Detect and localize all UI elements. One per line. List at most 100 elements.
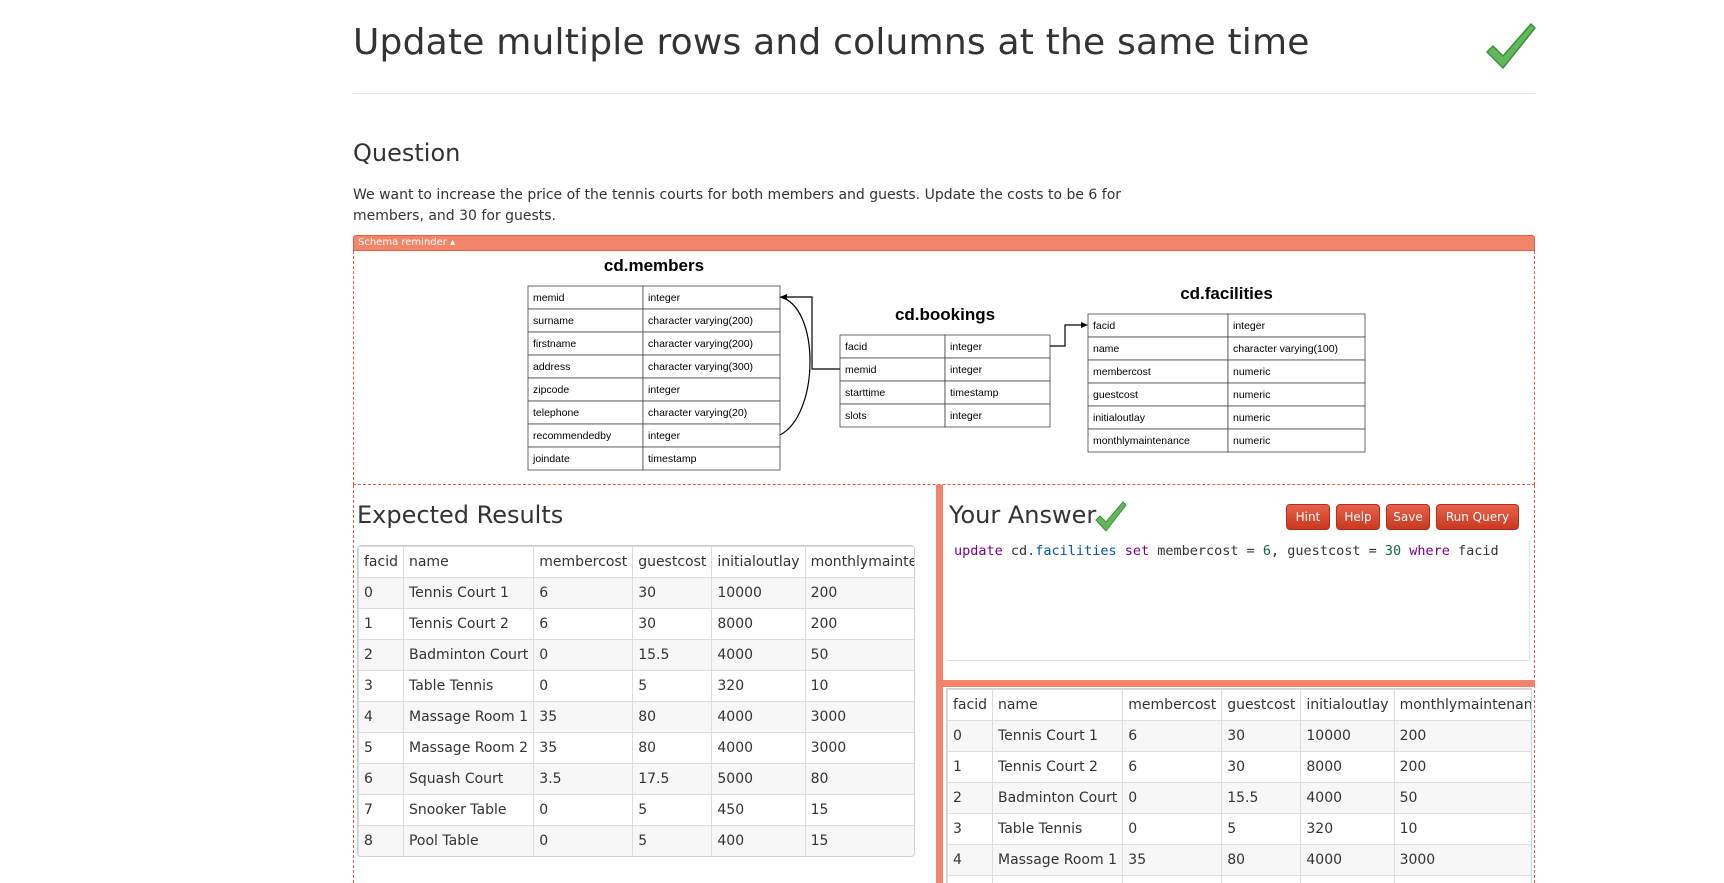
cell-facid: 1 [947,751,993,783]
cell-initialoutlay: 4000 [711,639,806,671]
cell-membercost: 6 [533,608,634,640]
column-header-membercost: membercost [533,546,634,578]
expected-results-panel: Expected Results facid name membercost gues… [353,485,937,883]
cell-initialoutlay: 450 [711,794,806,826]
cell-initialoutlay: 10000 [1300,720,1395,752]
schema-column-name: guestcost [1093,389,1138,401]
cell-facid: 3 [358,670,404,702]
cell-monthlymaintenance: 200 [1393,751,1531,783]
schema-column-name: starttime [845,387,885,399]
question-text: We want to increase the price of the ten… [353,187,1122,224]
cell-guestcost: 5 [632,670,713,702]
schema-table-title: cd.facilities [1180,284,1273,303]
arrowhead-icon [1081,322,1088,328]
table-row: 5Massage Room 2358040003000 [358,732,914,764]
schema-column-type: integer [950,410,983,422]
cell-monthlymaintenance: 50 [1393,782,1531,814]
cell-guestcost: 15.5 [632,639,713,671]
cell-facid: 5 [358,732,404,764]
schema-column-name: facid [845,341,867,353]
cell-guestcost: 80 [632,701,713,733]
cell-facid: 1 [358,608,404,640]
expected-results-table-frame: facid name membercost guestcost initialoutla… [357,545,915,857]
cell-monthlymaintenance: 80 [804,763,914,795]
cell-name: Table Tennis [402,670,535,702]
column-header-monthlymaintenance: monthlymaintenance [804,546,914,578]
your-answer-heading: Your Answer [949,501,1097,529]
schema-column-name: recommendedby [533,430,612,442]
cell-guestcost: 30 [632,608,713,640]
table-row: 1 Tennis Court 2 6 30 8000 200 [358,608,914,640]
vertical-splitter[interactable] [936,485,943,883]
table-row: 4 Massage Room 1 35 80 4000 3000 [947,844,1531,876]
cell-guestcost: 5 [632,825,713,856]
self-reference-connector [779,296,811,436]
cell-facid: 4 [947,844,993,876]
cell-guestcost: 80 [1221,844,1302,876]
schema-column-name: firstname [533,338,576,350]
cell-name: Snooker Table [402,794,535,826]
schema-table-title: cd.bookings [895,305,995,324]
schema-column-name: slots [845,410,867,422]
schema-column-type: numeric [1233,366,1270,378]
schema-column-name: memid [845,364,877,376]
cell-initialoutlay: 4000 [711,701,806,733]
cell-initialoutlay: 8000 [1300,751,1395,783]
cell-guestcost: 80 [1221,875,1302,883]
question-heading: Question [353,139,461,167]
column-header-facid: facid [947,689,993,721]
cell-initialoutlay: 320 [711,670,806,702]
cell-name: Massage Room 2 [402,732,535,764]
bookings-facilities-connector [1050,324,1084,347]
cell-monthlymaintenance: 3000 [804,701,914,733]
cell-facid: 7 [358,794,404,826]
cell-guestcost: 5 [632,794,713,826]
schema-diagram: cd.members memid integer surname character v… [353,251,1535,485]
cell-name: Tennis Court 1 [991,720,1124,752]
table-header-row: facid name membercost guestcost initialoutla… [358,546,914,578]
cell-membercost: 6 [533,577,634,609]
sql-editor[interactable]: update cd.facilities set membercost = 6,… [947,540,1530,661]
cell-monthlymaintenance: 10 [1393,813,1531,845]
cell-membercost: 0 [1122,813,1223,845]
answer-results-table: facid name membercost guestcost initialoutla… [947,689,1531,883]
checkmark-icon [1095,501,1127,532]
schema-column-type: integer [950,341,983,353]
horizontal-splitter[interactable] [943,680,1535,687]
sql-code-line[interactable]: update cd.facilities set membercost = 6,… [954,543,1499,559]
help-button[interactable]: Help [1336,504,1380,530]
hint-button[interactable]: Hint [1286,504,1330,530]
members-bookings-connector [784,296,840,370]
cell-name: Tennis Court 2 [991,751,1124,783]
schema-column-name: monthlymaintenance [1093,435,1190,447]
cell-initialoutlay: 320 [1300,813,1395,845]
expected-results-heading: Expected Results [357,501,564,529]
page-title: Update multiple rows and columns at the … [353,22,1310,63]
table-row: 5Massage Room 2358040003000 [947,875,1531,883]
schema-column-type: integer [648,292,681,304]
cell-monthlymaintenance: 10 [804,670,914,702]
cell-monthlymaintenance: 3000 [1393,875,1531,883]
table-row: 0 Tennis Court 1 6 30 10000 200 [947,720,1531,752]
column-header-monthlymaintenance: monthlymaintenance [1393,689,1531,721]
schema-column-type: character varying(200) [648,315,753,327]
column-header-membercost: membercost [1122,689,1223,721]
cell-monthlymaintenance: 15 [804,794,914,826]
table-row: 7 Snooker Table 0 5 450 15 [358,794,914,826]
column-header-name: name [402,546,535,578]
column-header-guestcost: guestcost [632,546,713,578]
schema-reminder-toggle[interactable]: Schema reminder ▴ [353,235,1535,251]
cell-facid: 0 [947,720,993,752]
cell-name: Tennis Court 2 [402,608,535,640]
schema-column-type: integer [648,384,681,396]
schema-column-name: telephone [533,407,579,419]
cell-name: Massage Room 2 [991,875,1124,883]
cell-facid: 2 [358,639,404,671]
cell-facid: 2 [947,782,993,814]
cell-membercost: 6 [1122,751,1223,783]
cell-membercost: 0 [533,825,634,856]
cell-monthlymaintenance: 3000 [804,732,914,764]
title-divider [353,93,1535,94]
save-button[interactable]: Save [1386,504,1430,530]
run-query-button[interactable]: Run Query [1436,504,1519,530]
